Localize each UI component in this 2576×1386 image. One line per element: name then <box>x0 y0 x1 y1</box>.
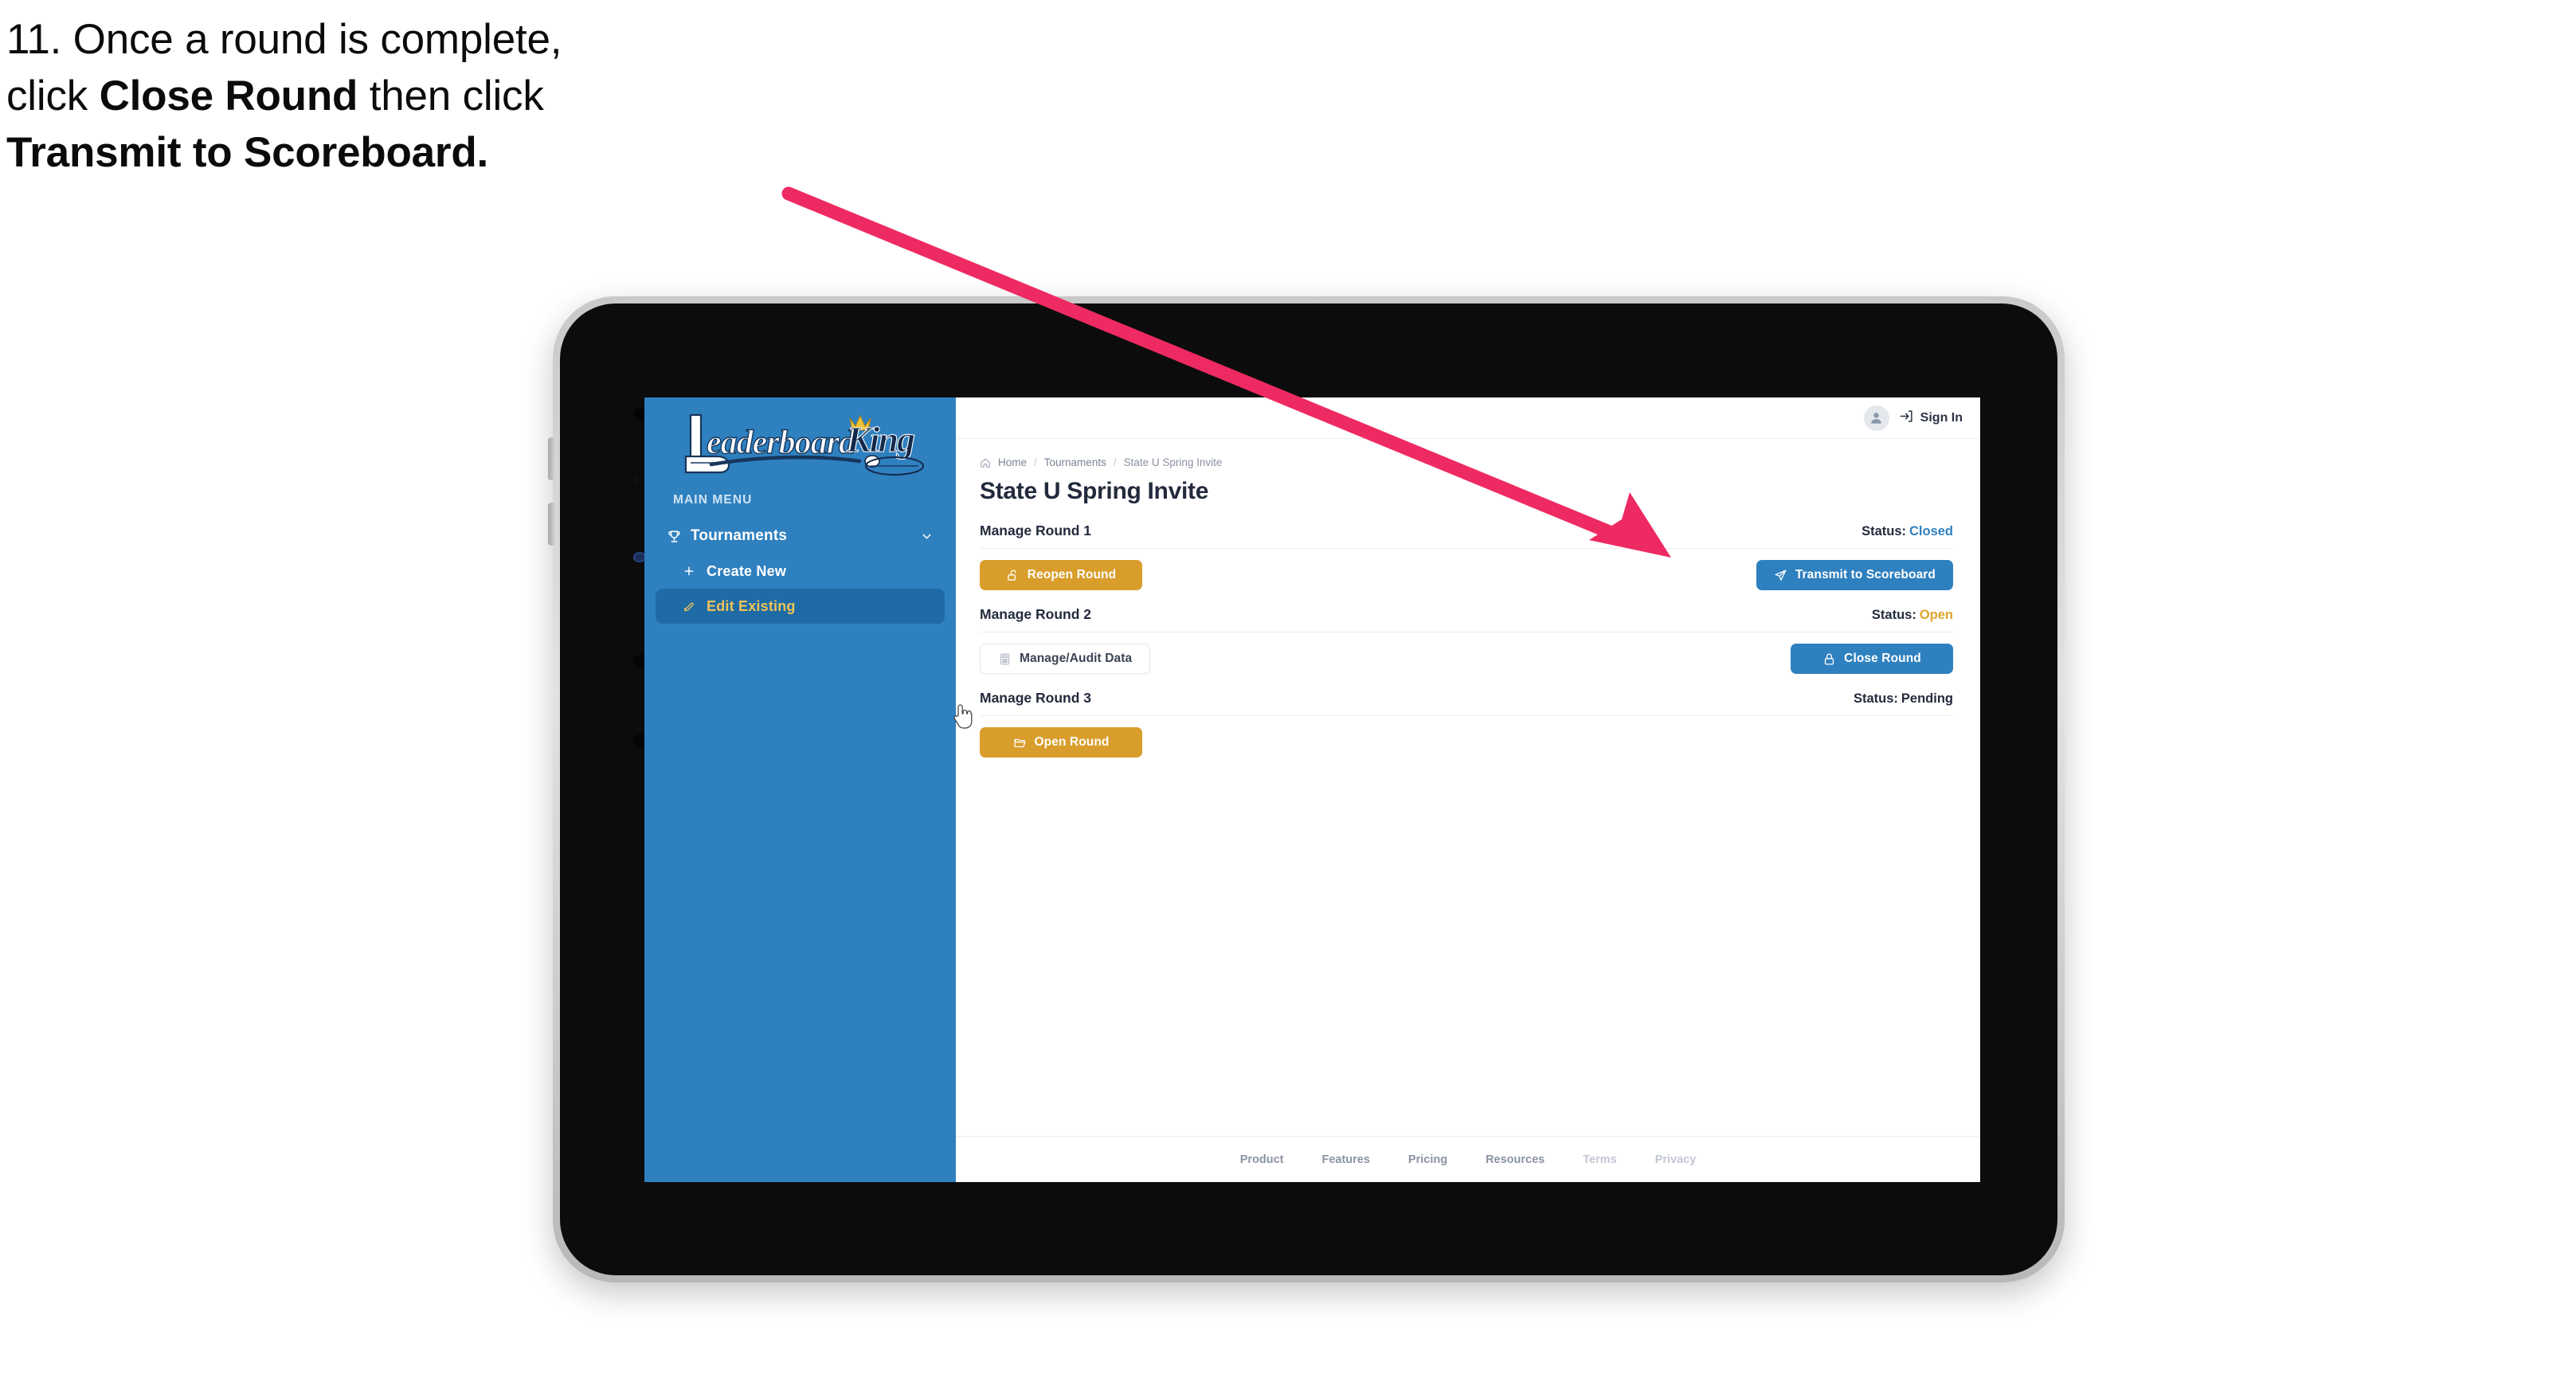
close-round-button[interactable]: Close Round <box>1791 644 1953 674</box>
chevron-down-icon[interactable] <box>920 530 934 543</box>
breadcrumb-home[interactable]: Home <box>998 456 1027 468</box>
open-round-button[interactable]: Open Round <box>980 727 1142 758</box>
button-label: Manage/Audit Data <box>1020 652 1133 665</box>
round-actions: Open Round <box>980 716 1953 758</box>
transmit-to-scoreboard-button[interactable]: Transmit to Scoreboard <box>1756 560 1953 590</box>
content-area: Home / Tournaments / State U Spring Invi… <box>956 439 1980 1136</box>
sidebar-item-label: Create New <box>707 562 787 579</box>
screenshot-root: 11. Once a round is complete, click Clos… <box>0 0 2576 1386</box>
sidebar-item-label: Edit Existing <box>707 597 796 614</box>
reopen-round-button[interactable]: Reopen Round <box>980 560 1142 590</box>
button-label: Reopen Round <box>1027 568 1117 581</box>
button-label: Transmit to Scoreboard <box>1795 568 1936 581</box>
lock-closed-icon <box>1822 652 1836 666</box>
caption-bold-close-round: Close Round <box>99 72 358 120</box>
round-actions: Manage/Audit Data Close Round <box>980 632 1953 674</box>
unlock-icon <box>1006 569 1020 582</box>
app-logo[interactable]: eaderboard King <box>671 407 934 484</box>
caption-bold-transmit: Transmit to Scoreboard. <box>6 129 489 177</box>
footer: Product Features Pricing Resources Terms… <box>956 1136 1980 1182</box>
instruction-caption: 11. Once a round is complete, click Clos… <box>6 11 851 181</box>
avatar[interactable] <box>1863 405 1889 431</box>
round-actions: Reopen Round Transmit to Scoreboard <box>980 549 1953 590</box>
sidebar-nav: Tournaments Create New Edit Existing <box>644 519 956 624</box>
breadcrumb-current: State U Spring Invite <box>1123 456 1223 468</box>
sidebar: eaderboard King MAIN MENU Tournaments Cr… <box>644 397 973 1182</box>
footer-link-terms[interactable]: Terms <box>1583 1153 1616 1166</box>
status-label: Status: <box>1862 524 1906 538</box>
pointing-hand-cursor <box>951 703 975 730</box>
top-bar: Sign In <box>956 397 1980 439</box>
calculator-grid-icon <box>998 652 1012 666</box>
breadcrumb-tournaments[interactable]: Tournaments <box>1044 456 1106 468</box>
status-value: Open <box>1919 608 1953 622</box>
edit-pencil-icon <box>683 600 707 613</box>
round-name: Manage Round 2 <box>980 606 1092 622</box>
button-label: Open Round <box>1034 735 1110 749</box>
button-label: Close Round <box>1844 652 1921 665</box>
page-title: State U Spring Invite <box>980 478 1209 504</box>
status-badge: Status: Closed <box>1862 524 1953 539</box>
caption-line-1: 11. Once a round is complete, <box>6 16 562 63</box>
tablet-bezel: eaderboard King MAIN MENU Tournaments Cr… <box>548 303 2057 1275</box>
status-value: Pending <box>1901 691 1953 706</box>
round-header: Manage Round 2 Status: Open <box>980 606 1953 632</box>
status-label: Status: <box>1853 691 1898 706</box>
status-badge: Status: Open <box>1872 608 1953 623</box>
footer-link-product[interactable]: Product <box>1240 1153 1284 1166</box>
status-badge: Status: Pending <box>1854 691 1953 707</box>
breadcrumb-separator: / <box>1113 456 1117 468</box>
round-header: Manage Round 3 Status: Pending <box>980 690 1953 716</box>
sign-in-label: Sign In <box>1920 410 1963 425</box>
sign-in-arrow-icon <box>1899 409 1914 428</box>
status-label: Status: <box>1871 608 1916 622</box>
tablet-screen: eaderboard King MAIN MENU Tournaments Cr… <box>644 397 1980 1182</box>
breadcrumb-separator: / <box>1034 456 1037 468</box>
footer-link-privacy[interactable]: Privacy <box>1655 1153 1697 1166</box>
caption-line-3: Transmit to Scoreboard. <box>6 124 851 181</box>
footer-link-pricing[interactable]: Pricing <box>1408 1153 1447 1166</box>
round-section-2: Manage Round 2 Status: Open Manage/Audit… <box>980 606 1953 674</box>
caption-line-2: click Close Round then click <box>6 72 544 120</box>
round-name: Manage Round 1 <box>980 523 1092 538</box>
home-icon <box>980 457 991 468</box>
sidebar-item-label: Tournaments <box>691 527 788 544</box>
status-value: Closed <box>1909 524 1953 538</box>
footer-link-features[interactable]: Features <box>1321 1153 1369 1166</box>
send-plane-icon <box>1774 569 1787 582</box>
breadcrumb: Home / Tournaments / State U Spring Invi… <box>980 456 1953 468</box>
trophy-icon <box>667 529 691 544</box>
round-section-3: Manage Round 3 Status: Pending Open Roun… <box>980 690 1953 758</box>
volume-down-button[interactable] <box>548 503 556 546</box>
user-avatar-icon <box>1871 413 1882 424</box>
ambient-sensor-icon <box>633 477 639 483</box>
svg-text:eaderboard: eaderboard <box>707 425 856 461</box>
plus-icon <box>683 565 707 578</box>
tablet-device: eaderboard King MAIN MENU Tournaments Cr… <box>548 296 2065 1282</box>
sidebar-item-edit-existing[interactable]: Edit Existing <box>656 589 945 624</box>
round-name: Manage Round 3 <box>980 690 1092 706</box>
volume-up-button[interactable] <box>548 437 556 480</box>
manage-audit-data-button[interactable]: Manage/Audit Data <box>980 644 1151 674</box>
sidebar-item-tournaments[interactable]: Tournaments <box>656 519 945 554</box>
round-section-1: Manage Round 1 Status: Closed Reopen Rou… <box>980 523 1953 590</box>
svg-text:King: King <box>846 419 914 460</box>
folder-open-icon <box>1013 736 1027 750</box>
sidebar-item-create-new[interactable]: Create New <box>656 554 945 589</box>
footer-link-resources[interactable]: Resources <box>1486 1153 1544 1166</box>
sign-in-button[interactable]: Sign In <box>1899 409 1963 428</box>
main-panel: Sign In Home / Tournaments / State U Spr… <box>956 397 1980 1182</box>
leaderboard-king-logo-icon: eaderboard King <box>684 413 924 476</box>
round-header: Manage Round 1 Status: Closed <box>980 523 1953 549</box>
sidebar-section-label: MAIN MENU <box>673 493 753 507</box>
